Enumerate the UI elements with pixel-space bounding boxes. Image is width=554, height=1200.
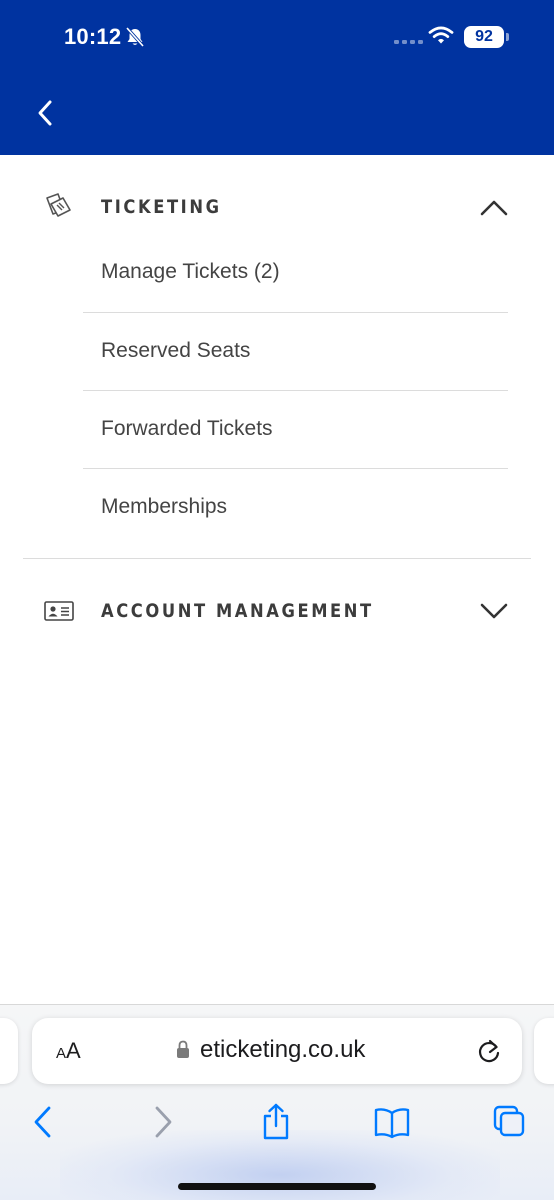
bookmarks-icon[interactable]	[372, 1102, 412, 1142]
url-text[interactable]: eticketing.co.uk	[200, 1036, 365, 1064]
menu-item-label: Forwarded Tickets	[101, 417, 273, 440]
lock-icon	[177, 1040, 189, 1058]
menu-item-label: Memberships	[101, 495, 228, 518]
section-account-management[interactable]: ACCOUNT MANAGEMENT	[0, 580, 554, 640]
divider	[83, 468, 508, 469]
section-title-account-management: ACCOUNT MANAGEMENT	[101, 600, 374, 622]
address-bar[interactable]: AA eticketing.co.uk	[32, 1018, 522, 1084]
menu-item-label: Manage Tickets (2)	[101, 260, 280, 283]
previous-tab-preview[interactable]	[0, 1018, 18, 1084]
menu-item-manage-tickets[interactable]: Manage Tickets (2)	[83, 260, 508, 338]
battery-icon: 92	[464, 26, 510, 48]
section-ticketing[interactable]: TICKETING	[0, 178, 554, 238]
battery-level: 92	[464, 26, 504, 48]
chevron-up-icon[interactable]	[478, 198, 510, 218]
chevron-down-icon[interactable]	[478, 601, 510, 621]
browser-forward-icon[interactable]	[150, 1102, 176, 1142]
menu-item-label: Reserved Seats	[101, 339, 251, 362]
reload-icon[interactable]	[476, 1037, 502, 1065]
tabs-icon[interactable]	[492, 1102, 528, 1142]
id-card-icon	[44, 601, 74, 621]
browser-back-icon[interactable]	[30, 1102, 56, 1142]
menu-item-memberships[interactable]: Memberships	[83, 495, 508, 573]
share-icon[interactable]	[260, 1102, 292, 1142]
menu-item-reserved-seats[interactable]: Reserved Seats	[83, 339, 508, 417]
app-header: 10:12 92	[0, 0, 554, 155]
status-time: 10:12	[64, 24, 122, 49]
tickets-icon	[46, 193, 71, 217]
battery-tip	[506, 33, 509, 41]
home-indicator	[178, 1183, 376, 1190]
menu-item-forwarded-tickets[interactable]: Forwarded Tickets	[83, 417, 508, 495]
wifi-icon	[428, 26, 454, 44]
bell-slash-icon	[125, 26, 145, 48]
section-title-ticketing: TICKETING	[101, 196, 222, 218]
text-size-button[interactable]: AA	[56, 1038, 81, 1064]
signal-icon	[394, 40, 423, 44]
section-divider	[23, 558, 531, 559]
chevron-left-icon[interactable]	[30, 96, 62, 130]
divider	[83, 390, 508, 391]
next-tab-preview[interactable]	[534, 1018, 554, 1084]
divider	[83, 312, 508, 313]
